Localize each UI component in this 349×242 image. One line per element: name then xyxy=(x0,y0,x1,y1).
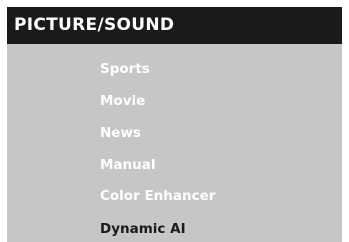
menu-header: PICTURE/SOUND xyxy=(7,7,342,44)
menu-item-manual[interactable]: Manual xyxy=(100,156,156,174)
menu-title: PICTURE/SOUND xyxy=(14,15,175,35)
menu-item-dynamic-ai[interactable]: Dynamic AI xyxy=(100,220,186,238)
menu-item-color-enhancer[interactable]: Color Enhancer xyxy=(100,187,215,205)
menu-item-sports[interactable]: Sports xyxy=(100,60,150,78)
picture-sound-menu: PICTURE/SOUND Sports Movie News Manual C… xyxy=(7,7,342,242)
menu-item-news[interactable]: News xyxy=(100,124,141,142)
menu-item-movie[interactable]: Movie xyxy=(100,92,145,110)
